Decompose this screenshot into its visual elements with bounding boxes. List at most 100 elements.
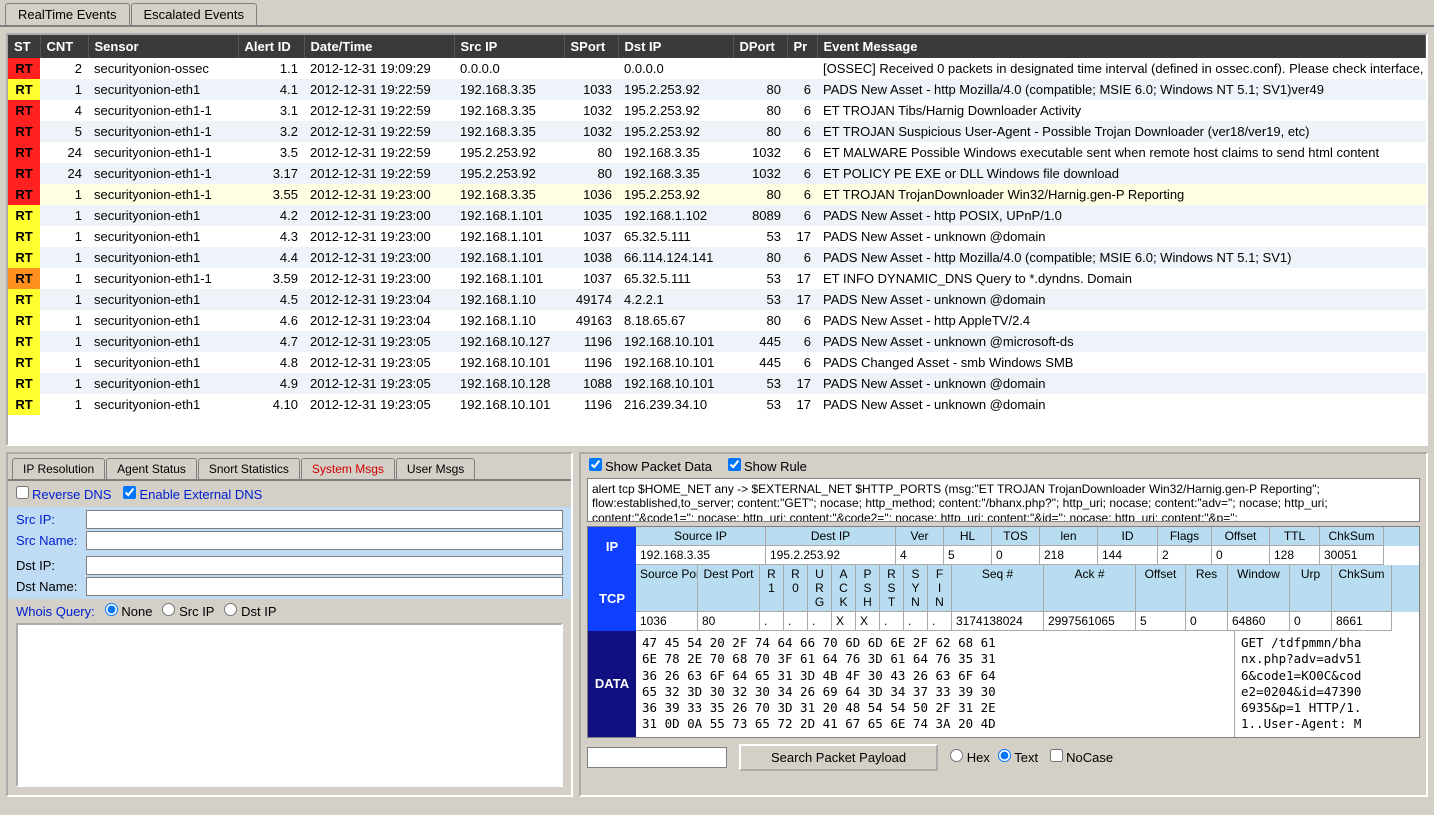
cell: securityonion-eth1 [88, 373, 238, 394]
event-row[interactable]: RT5securityonion-eth1-13.22012-12-31 19:… [8, 121, 1426, 142]
nocase-checkbox[interactable] [1050, 749, 1063, 762]
cell: 1 [40, 79, 88, 100]
column-header[interactable]: SPort [564, 35, 618, 58]
cell: 192.168.10.127 [454, 331, 564, 352]
dst-ip-label: Dst IP: [16, 558, 86, 573]
cell: RT [8, 331, 40, 352]
tcp-value-cell: 64860 [1228, 612, 1290, 631]
cell: 53 [733, 226, 787, 247]
event-row[interactable]: RT1securityonion-eth14.72012-12-31 19:23… [8, 331, 1426, 352]
whois-none-radio[interactable] [105, 603, 118, 616]
cell: 4.2.2.1 [618, 289, 733, 310]
cell: ET TROJAN Suspicious User-Agent - Possib… [817, 121, 1426, 142]
cell: 192.168.3.35 [454, 100, 564, 121]
tab-agent-status[interactable]: Agent Status [106, 458, 197, 479]
cell: PADS New Asset - unknown @domain [817, 373, 1426, 394]
tcp-header-cell: U R G [808, 565, 832, 612]
cell: 80 [733, 184, 787, 205]
event-row[interactable]: RT1securityonion-eth14.102012-12-31 19:2… [8, 394, 1426, 415]
cell: 1032 [564, 100, 618, 121]
text-radio[interactable] [998, 749, 1011, 762]
event-row[interactable]: RT24securityonion-eth1-13.52012-12-31 19… [8, 142, 1426, 163]
tab-user-msgs[interactable]: User Msgs [396, 458, 475, 479]
cell: RT [8, 79, 40, 100]
enable-external-dns-checkbox[interactable] [123, 486, 136, 499]
tab-escalated-events[interactable]: Escalated Events [131, 3, 257, 25]
event-row[interactable]: RT1securityonion-eth1-13.552012-12-31 19… [8, 184, 1426, 205]
src-name-label: Src Name: [16, 533, 86, 548]
ip-header-cell: TTL [1270, 527, 1320, 546]
src-name-input[interactable] [86, 531, 563, 550]
cell: RT [8, 226, 40, 247]
show-rule-checkbox[interactable] [728, 458, 741, 471]
cell: 80 [564, 142, 618, 163]
dst-name-input[interactable] [86, 577, 563, 596]
column-header[interactable]: Src IP [454, 35, 564, 58]
cell: 2012-12-31 19:23:05 [304, 352, 454, 373]
cell: 192.168.10.101 [454, 394, 564, 415]
column-header[interactable]: Event Message [817, 35, 1426, 58]
whois-dstip-label: Dst IP [241, 604, 276, 619]
show-packet-data-checkbox[interactable] [589, 458, 602, 471]
column-header[interactable]: Dst IP [618, 35, 733, 58]
event-row[interactable]: RT1securityonion-eth14.12012-12-31 19:22… [8, 79, 1426, 100]
event-row[interactable]: RT1securityonion-eth14.42012-12-31 19:23… [8, 247, 1426, 268]
cell: PADS New Asset - http AppleTV/2.4 [817, 310, 1426, 331]
enable-external-dns-label: Enable External DNS [139, 487, 262, 502]
cell: [OSSEC] Received 0 packets in designated… [817, 58, 1426, 79]
cell: securityonion-ossec [88, 58, 238, 79]
search-payload-button[interactable]: Search Packet Payload [739, 744, 938, 771]
cell: 3.55 [238, 184, 304, 205]
dst-ip-input[interactable] [86, 556, 563, 575]
cell: 192.168.1.10 [454, 289, 564, 310]
whois-query-label: Whois Query: [16, 604, 95, 619]
cell: 192.168.10.128 [454, 373, 564, 394]
tcp-header-cell: Window [1228, 565, 1290, 612]
whois-dstip-radio[interactable] [224, 603, 237, 616]
cell: 2012-12-31 19:23:00 [304, 184, 454, 205]
event-row[interactable]: RT2securityonion-ossec1.12012-12-31 19:0… [8, 58, 1426, 79]
column-header[interactable]: Date/Time [304, 35, 454, 58]
tcp-value-cell: 0 [1290, 612, 1332, 631]
cell: RT [8, 121, 40, 142]
event-row[interactable]: RT1securityonion-eth14.92012-12-31 19:23… [8, 373, 1426, 394]
cell: 17 [787, 268, 817, 289]
cell: 2012-12-31 19:22:59 [304, 163, 454, 184]
hex-radio[interactable] [950, 749, 963, 762]
hex-radio-label: Hex [967, 750, 990, 765]
event-row[interactable]: RT1securityonion-eth14.62012-12-31 19:23… [8, 310, 1426, 331]
column-header[interactable]: DPort [733, 35, 787, 58]
event-row[interactable]: RT4securityonion-eth1-13.12012-12-31 19:… [8, 100, 1426, 121]
reverse-dns-checkbox[interactable] [16, 486, 29, 499]
cell: 53 [733, 394, 787, 415]
search-payload-input[interactable] [587, 747, 727, 768]
column-header[interactable]: CNT [40, 35, 88, 58]
tab-system-msgs[interactable]: System Msgs [301, 458, 395, 479]
event-row[interactable]: RT1securityonion-eth1-13.592012-12-31 19… [8, 268, 1426, 289]
cell: 4.9 [238, 373, 304, 394]
column-header[interactable]: ST [8, 35, 40, 58]
event-row[interactable]: RT1securityonion-eth14.22012-12-31 19:23… [8, 205, 1426, 226]
src-ip-input[interactable] [86, 510, 563, 529]
tab-ip-resolution[interactable]: IP Resolution [12, 458, 105, 479]
tcp-section-label: TCP [588, 565, 636, 631]
column-header[interactable]: Pr [787, 35, 817, 58]
event-row[interactable]: RT24securityonion-eth1-13.172012-12-31 1… [8, 163, 1426, 184]
event-row[interactable]: RT1securityonion-eth14.82012-12-31 19:23… [8, 352, 1426, 373]
whois-srcip-radio[interactable] [162, 603, 175, 616]
tab-realtime-events[interactable]: RealTime Events [5, 3, 130, 25]
tcp-header-cell: R 0 [784, 565, 808, 612]
src-ip-label: Src IP: [16, 512, 86, 527]
tcp-header-cell: R 1 [760, 565, 784, 612]
ip-header-cell: Ver [896, 527, 944, 546]
cell: 4.10 [238, 394, 304, 415]
cell: 53 [733, 373, 787, 394]
ip-value-cell: 144 [1098, 546, 1158, 565]
event-row[interactable]: RT1securityonion-eth14.52012-12-31 19:23… [8, 289, 1426, 310]
tab-snort-statistics[interactable]: Snort Statistics [198, 458, 300, 479]
events-table[interactable]: STCNTSensorAlert IDDate/TimeSrc IPSPortD… [8, 35, 1426, 415]
sub-tab-bar: IP Resolution Agent Status Snort Statist… [8, 454, 571, 481]
column-header[interactable]: Alert ID [238, 35, 304, 58]
column-header[interactable]: Sensor [88, 35, 238, 58]
event-row[interactable]: RT1securityonion-eth14.32012-12-31 19:23… [8, 226, 1426, 247]
